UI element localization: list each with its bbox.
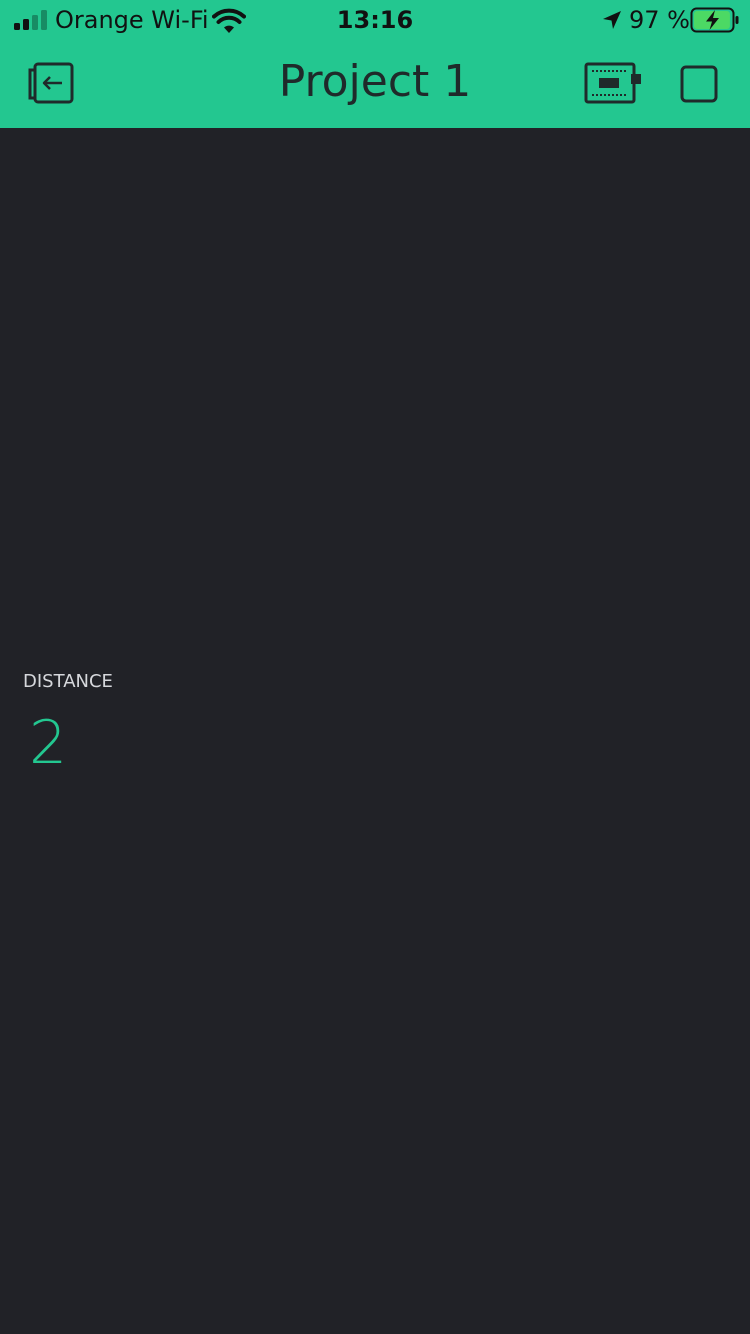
stop-button[interactable] (673, 60, 725, 112)
value-display-label: DISTANCE (23, 671, 113, 692)
exit-icon (26, 62, 76, 110)
top-bar: Orange Wi-Fi 13:16 97 % Project 1 (0, 0, 750, 128)
battery-charging-icon (690, 7, 740, 33)
page-title: Project 1 (278, 56, 472, 107)
location-arrow-icon (601, 9, 623, 31)
signal-icon (14, 10, 48, 30)
value-display-value: 2 (29, 708, 68, 778)
app-screen: Orange Wi-Fi 13:16 97 % Project 1 DISTAN… (0, 0, 750, 1334)
status-time: 13:16 (336, 6, 414, 34)
battery-percent: 97 % (629, 6, 690, 34)
stop-square-icon (680, 65, 718, 107)
device-board-icon (584, 62, 644, 110)
exit-button[interactable] (25, 60, 77, 112)
carrier-name: Orange Wi-Fi (55, 6, 209, 34)
status-bar: Orange Wi-Fi 13:16 97 % (0, 0, 750, 40)
device-button[interactable] (584, 60, 644, 112)
wifi-icon (212, 8, 246, 34)
